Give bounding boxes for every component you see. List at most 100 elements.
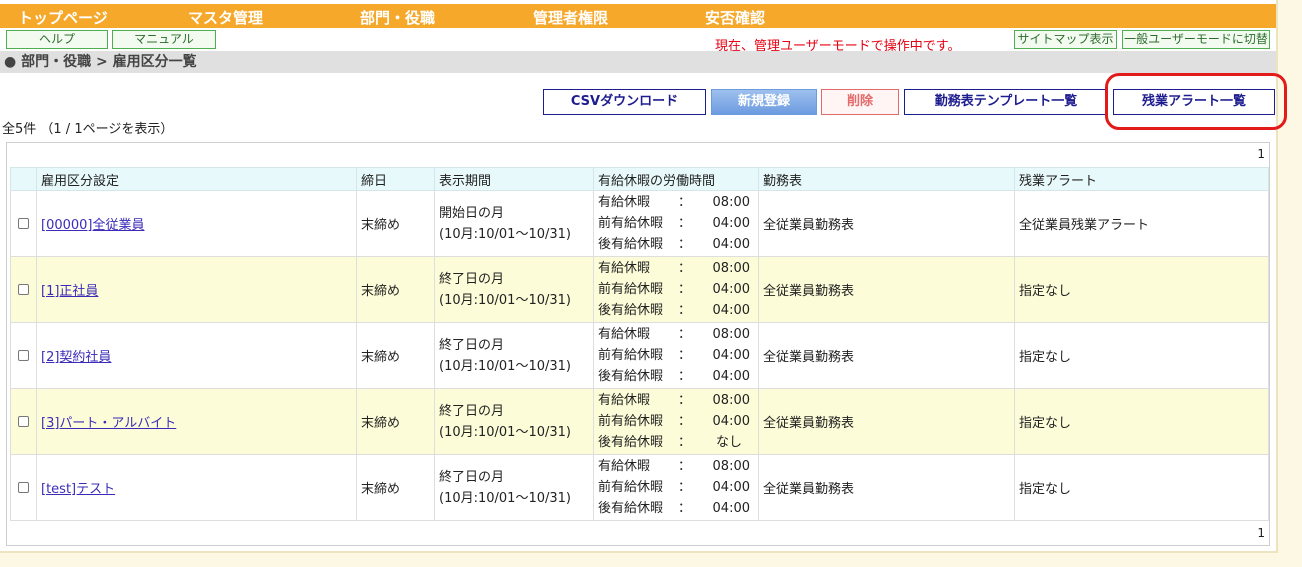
- manual-button[interactable]: マニュアル: [112, 30, 216, 49]
- leave-line: 後有給休暇 ： 04:00: [598, 498, 750, 519]
- leave-label: 有給休暇: [598, 393, 651, 408]
- leave-colon: ：: [678, 501, 692, 516]
- leave-label: 有給休暇: [598, 261, 651, 276]
- switch-mode-button[interactable]: 一般ユーザーモードに切替: [1122, 30, 1270, 49]
- row-checkbox[interactable]: [18, 284, 29, 295]
- sitemap-button[interactable]: サイトマップ表示: [1014, 30, 1117, 49]
- leave-colon: ：: [678, 327, 692, 342]
- header-worksheet: 勤務表: [758, 167, 1015, 191]
- leave-label: 有給休暇: [598, 195, 651, 210]
- employment-type-cell: [00000]全従業員: [36, 190, 357, 257]
- table-row: [2]契約社員 末締め 終了日の月 (10月:10/01～10/31) 有給休暇 ： 08:…: [10, 322, 1269, 389]
- employment-type-table: 雇用区分設定 締日 表示期間 有給休暇の労働時間 勤務表 残業アラート [000…: [10, 167, 1269, 521]
- leave-label: 後有給休暇: [598, 303, 664, 318]
- paid-leave-cell: 有給休暇 ： 08:00 前有給休暇 ： 04:00 後有給休暇 ： 04:00: [593, 256, 759, 323]
- nav-safety[interactable]: 安否確認: [705, 7, 765, 28]
- employment-type-cell: [2]契約社員: [36, 322, 357, 389]
- breadcrumb: ● 部門・役職 > 雇用区分一覧: [0, 51, 1276, 73]
- overtime-alert-cell: 全従業員残業アラート: [1014, 190, 1269, 257]
- table-container: 1 雇用区分設定 締日 表示期間 有給休暇の労働時間 勤務表 残業アラート [0…: [6, 142, 1270, 546]
- leave-value: 08:00: [712, 261, 750, 276]
- worksheet-cell: 全従業員勤務表: [758, 322, 1015, 389]
- period-line1: 終了日の月: [439, 403, 505, 419]
- paid-leave-cell: 有給休暇 ： 08:00 前有給休暇 ： 04:00 後有給休暇 ： 04:00: [593, 322, 759, 389]
- leave-label: 前有給休暇: [598, 216, 664, 231]
- leave-label: 前有給休暇: [598, 348, 664, 363]
- leave-colon: ：: [678, 435, 692, 450]
- nav-department[interactable]: 部門・役職: [360, 7, 435, 28]
- header-checkbox: [10, 167, 37, 191]
- closing-cell: 末締め: [356, 388, 435, 455]
- overtime-alert-list-button[interactable]: 残業アラート一覧: [1113, 89, 1275, 115]
- employment-type-link[interactable]: [2]契約社員: [41, 350, 111, 365]
- period-line2: (10月:10/01～10/31): [439, 490, 571, 506]
- period-cell: 終了日の月 (10月:10/01～10/31): [434, 256, 594, 323]
- leave-value: 08:00: [712, 195, 750, 210]
- table-row: [3]パート・アルバイト 末締め 終了日の月 (10月:10/01～10/31) 有給休…: [10, 388, 1269, 455]
- row-checkbox-cell: [10, 454, 37, 521]
- row-checkbox[interactable]: [18, 482, 29, 493]
- nav-admin[interactable]: 管理者権限: [533, 7, 608, 28]
- pager-bottom[interactable]: 1: [1257, 526, 1265, 540]
- employment-type-cell: [test]テスト: [36, 454, 357, 521]
- closing-cell: 末締め: [356, 256, 435, 323]
- period-cell: 開始日の月 (10月:10/01～10/31): [434, 190, 594, 257]
- row-checkbox-cell: [10, 190, 37, 257]
- header-overtime-alert: 残業アラート: [1014, 167, 1269, 191]
- period-line2: (10月:10/01～10/31): [439, 358, 571, 374]
- overtime-alert-cell: 指定なし: [1014, 256, 1269, 323]
- period-cell: 終了日の月 (10月:10/01～10/31): [434, 454, 594, 521]
- period-line1: 終了日の月: [439, 271, 505, 287]
- period-line2: (10月:10/01～10/31): [439, 292, 571, 308]
- overtime-alert-cell: 指定なし: [1014, 322, 1269, 389]
- table-row: [test]テスト 末締め 終了日の月 (10月:10/01～10/31) 有給休暇 ： 0…: [10, 454, 1269, 521]
- leave-value: 04:00: [712, 282, 750, 297]
- nav-master[interactable]: マスタ管理: [188, 7, 263, 28]
- period-line2: (10月:10/01～10/31): [439, 226, 571, 242]
- worksheet-cell: 全従業員勤務表: [758, 388, 1015, 455]
- leave-line: 有給休暇 ： 08:00: [598, 192, 750, 213]
- nav-top-page[interactable]: トップページ: [18, 7, 108, 28]
- leave-colon: ：: [678, 459, 692, 474]
- leave-colon: ：: [678, 195, 692, 210]
- page-frame: トップページ マスタ管理 部門・役職 管理者権限 安否確認 ヘルプ マニュアル …: [0, 0, 1287, 553]
- paid-leave-cell: 有給休暇 ： 08:00 前有給休暇 ： 04:00 後有給休暇 ： なし: [593, 388, 759, 455]
- template-list-button[interactable]: 勤務表テンプレート一覧: [904, 89, 1108, 115]
- pager-top[interactable]: 1: [1257, 147, 1265, 161]
- employment-type-link[interactable]: [00000]全従業員: [41, 218, 145, 233]
- leave-value: なし: [716, 435, 743, 450]
- leave-colon: ：: [678, 369, 692, 384]
- leave-colon: ：: [678, 303, 692, 318]
- header-period: 表示期間: [434, 167, 594, 191]
- header-employment-type: 雇用区分設定: [36, 167, 357, 191]
- leave-colon: ：: [678, 282, 692, 297]
- row-checkbox[interactable]: [18, 350, 29, 361]
- table-header-row: 雇用区分設定 締日 表示期間 有給休暇の労働時間 勤務表 残業アラート: [10, 167, 1269, 191]
- leave-colon: ：: [678, 237, 692, 252]
- new-registration-button[interactable]: 新規登録: [711, 89, 817, 115]
- row-checkbox[interactable]: [18, 218, 29, 229]
- leave-value: 04:00: [712, 501, 750, 516]
- leave-value: 04:00: [712, 480, 750, 495]
- delete-button[interactable]: 削除: [821, 89, 899, 115]
- employment-type-link[interactable]: [3]パート・アルバイト: [41, 416, 176, 431]
- leave-line: 有給休暇 ： 08:00: [598, 258, 750, 279]
- leave-value: 04:00: [712, 414, 750, 429]
- leave-line: 前有給休暇 ： 04:00: [598, 411, 750, 432]
- period-line1: 開始日の月: [439, 205, 505, 221]
- leave-value: 04:00: [712, 237, 750, 252]
- period-cell: 終了日の月 (10月:10/01～10/31): [434, 322, 594, 389]
- csv-download-button[interactable]: CSVダウンロード: [543, 89, 706, 115]
- top-nav: トップページ マスタ管理 部門・役職 管理者権限 安否確認: [0, 4, 1276, 28]
- employment-type-cell: [3]パート・アルバイト: [36, 388, 357, 455]
- employment-type-link[interactable]: [test]テスト: [41, 482, 115, 497]
- help-button[interactable]: ヘルプ: [6, 30, 108, 49]
- leave-line: 有給休暇 ： 08:00: [598, 456, 750, 477]
- table-row: [1]正社員 末締め 終了日の月 (10月:10/01～10/31) 有給休暇 ： 08:0…: [10, 256, 1269, 323]
- overtime-alert-cell: 指定なし: [1014, 388, 1269, 455]
- paid-leave-cell: 有給休暇 ： 08:00 前有給休暇 ： 04:00 後有給休暇 ： 04:00: [593, 190, 759, 257]
- employment-type-link[interactable]: [1]正社員: [41, 284, 98, 299]
- leave-line: 前有給休暇 ： 04:00: [598, 279, 750, 300]
- row-checkbox[interactable]: [18, 416, 29, 427]
- worksheet-cell: 全従業員勤務表: [758, 190, 1015, 257]
